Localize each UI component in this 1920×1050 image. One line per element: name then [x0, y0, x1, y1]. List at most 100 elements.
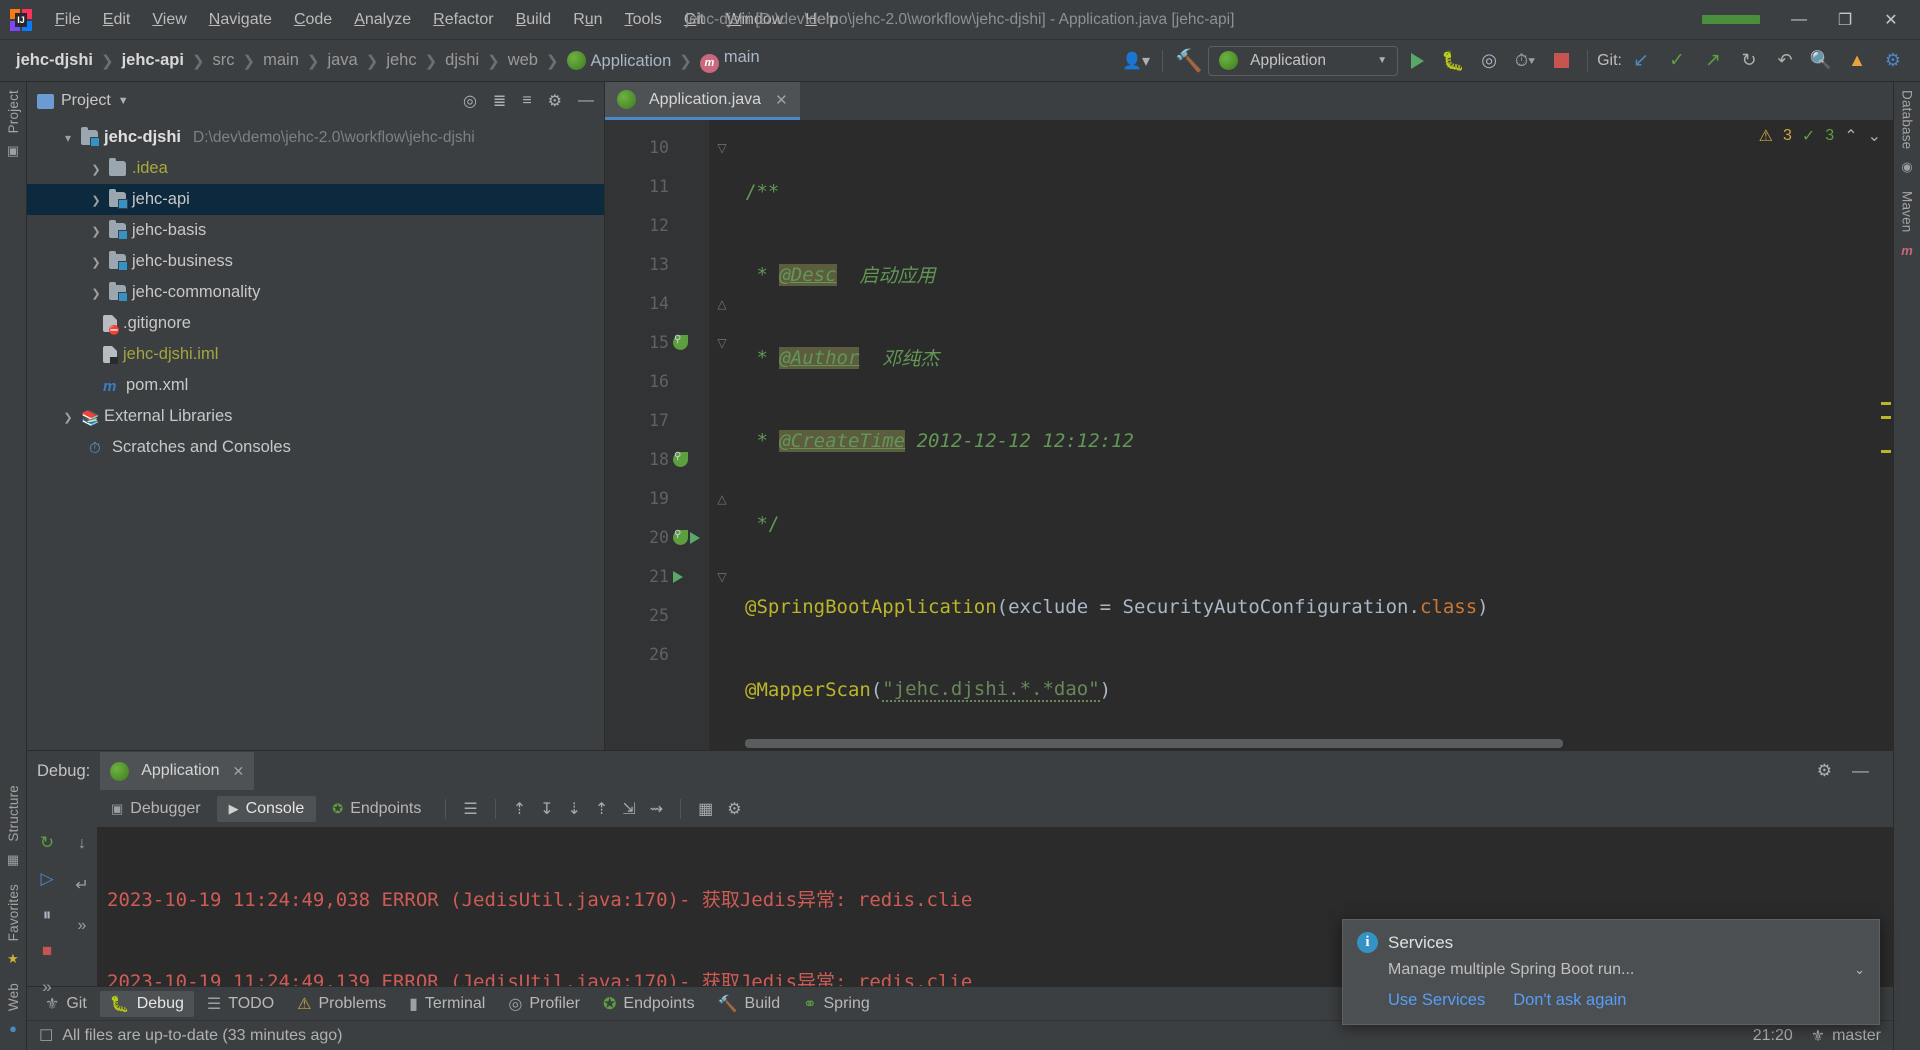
- undo-icon[interactable]: ↶: [1768, 45, 1802, 77]
- tree-item-scratches[interactable]: ⏱ Scratches and Consoles: [27, 432, 604, 463]
- notifications-icon[interactable]: ▲: [1840, 45, 1874, 77]
- editor-body[interactable]: 10 11 12 13 14 15 16 17 18 19 20 21: [605, 120, 1893, 750]
- sidebar-item-database[interactable]: Database: [1897, 82, 1918, 157]
- tree-item-gitignore[interactable]: .gitignore: [27, 308, 604, 339]
- tree-item-jehc-djshi[interactable]: jehc-djshi D:\dev\demo\jehc-2.0\workflow…: [27, 122, 604, 153]
- profiler-button[interactable]: ⏱▾: [1508, 45, 1542, 77]
- bottom-tab-debug[interactable]: 🐛 Debug: [99, 990, 194, 1017]
- tab-endpoints[interactable]: ✪ Endpoints: [320, 796, 433, 822]
- breadcrumb-jehc-djshi[interactable]: jehc-djshi: [12, 49, 97, 72]
- more-icon[interactable]: »: [42, 977, 51, 997]
- editor-scrollbar-horizontal[interactable]: [745, 739, 1563, 748]
- git-branch-widget[interactable]: ⚜ master: [1811, 1026, 1881, 1046]
- maximize-button[interactable]: ❐: [1822, 1, 1868, 39]
- menu-view[interactable]: View: [141, 7, 197, 33]
- menu-build[interactable]: Build: [505, 7, 563, 33]
- tree-item-jehc-basis[interactable]: jehc-basis: [27, 215, 604, 246]
- settings-icon[interactable]: ⚙: [548, 91, 562, 111]
- user-avatar-icon[interactable]: 👤▾: [1119, 45, 1153, 77]
- use-services-link[interactable]: Use Services: [1388, 991, 1485, 1010]
- menu-navigate[interactable]: Navigate: [198, 7, 283, 33]
- menu-refactor[interactable]: Refactor: [422, 7, 504, 33]
- chevron-right-icon[interactable]: [89, 255, 103, 269]
- run-icon[interactable]: [690, 531, 700, 544]
- tree-item-idea[interactable]: .idea: [27, 153, 604, 184]
- breadcrumb-application[interactable]: Application: [563, 49, 676, 73]
- run-configuration-selector[interactable]: Application ▼: [1208, 45, 1399, 76]
- sidebar-item-project[interactable]: Project: [3, 82, 24, 141]
- breadcrumb-main-method[interactable]: m main: [696, 46, 764, 75]
- menu-help[interactable]: Help: [794, 7, 849, 33]
- git-push-icon[interactable]: ↗: [1696, 45, 1730, 77]
- expand-all-icon[interactable]: ≣: [493, 91, 506, 111]
- breadcrumb-jehc[interactable]: jehc: [382, 49, 420, 72]
- editor-fold-column[interactable]: ▽ △ ▽ △ ▽: [709, 120, 735, 750]
- soft-wrap-icon[interactable]: ↵: [75, 875, 88, 895]
- bottom-tab-spring[interactable]: ⚭ Spring: [793, 991, 880, 1017]
- rerun-icon[interactable]: ↻: [40, 833, 54, 853]
- chevron-down-icon[interactable]: [61, 131, 75, 145]
- tree-item-jehc-commonality[interactable]: jehc-commonality: [27, 277, 604, 308]
- list-icon[interactable]: ☰: [458, 799, 482, 819]
- layout-icon[interactable]: ▦: [693, 799, 718, 819]
- settings-icon[interactable]: ⚙: [722, 799, 746, 819]
- settings-icon[interactable]: ⚙: [1817, 761, 1832, 781]
- run-method-icon[interactable]: [673, 570, 683, 583]
- debug-button[interactable]: 🐛: [1436, 45, 1470, 77]
- tab-console[interactable]: ▶ Console: [216, 796, 317, 822]
- bottom-tab-problems[interactable]: ⚠ Problems: [287, 991, 396, 1017]
- chevron-right-icon[interactable]: [89, 286, 103, 300]
- chevron-right-icon[interactable]: [89, 162, 103, 176]
- git-update-icon[interactable]: ↙: [1624, 45, 1658, 77]
- editor-gutter[interactable]: 10 11 12 13 14 15 16 17 18 19 20 21: [605, 120, 709, 750]
- bottom-tab-endpoints[interactable]: ✪ Endpoints: [593, 991, 705, 1017]
- step-out-icon[interactable]: ⇡: [508, 799, 531, 819]
- tab-debugger[interactable]: ▣ Debugger: [99, 796, 213, 822]
- search-everywhere-icon[interactable]: 🔍: [1804, 45, 1838, 77]
- tree-item-jehc-business[interactable]: jehc-business: [27, 246, 604, 277]
- force-step-into-icon[interactable]: ⇡: [590, 799, 613, 819]
- chevron-down-icon[interactable]: ▼: [118, 95, 129, 107]
- stop-icon[interactable]: ■: [42, 941, 52, 961]
- close-button[interactable]: ✕: [1868, 1, 1914, 39]
- tree-item-external-libraries[interactable]: 📚 External Libraries: [27, 401, 604, 432]
- resume-icon[interactable]: ▷: [40, 869, 53, 889]
- git-commit-icon[interactable]: ✓: [1660, 45, 1694, 77]
- menu-edit[interactable]: Edit: [92, 7, 142, 33]
- breadcrumb-src[interactable]: src: [209, 49, 239, 72]
- fold-marker[interactable]: ▽: [709, 128, 735, 167]
- menu-file[interactable]: File: [44, 7, 92, 33]
- breadcrumb-web[interactable]: web: [504, 49, 542, 72]
- breadcrumb-java[interactable]: java: [323, 49, 361, 72]
- menu-code[interactable]: Code: [283, 7, 343, 33]
- build-hammer-icon[interactable]: 🔨: [1172, 45, 1206, 77]
- history-icon[interactable]: ↻: [1732, 45, 1766, 77]
- chevron-up-icon[interactable]: ⌃: [1844, 126, 1857, 146]
- breadcrumb-jehc-api[interactable]: jehc-api: [118, 49, 188, 72]
- step-over-icon[interactable]: ↧: [535, 799, 558, 819]
- run-with-coverage-button[interactable]: ◎: [1472, 45, 1506, 77]
- breadcrumb[interactable]: jehc-djshi ❯ jehc-api ❯ src ❯ main ❯ java ❯ j…: [12, 46, 764, 75]
- editor-scrollbar-vertical[interactable]: [1879, 120, 1893, 750]
- more-icon[interactable]: »: [78, 917, 87, 935]
- menu-git[interactable]: Git: [673, 7, 715, 33]
- debug-tabs[interactable]: ▣ Debugger ▶ Console ✪ Endpoints ☰ ⇡ ↧ ⇣ ⇡ …: [27, 791, 1893, 827]
- collapse-all-icon[interactable]: ≡: [522, 92, 531, 110]
- run-to-cursor-icon[interactable]: ⇲: [617, 799, 640, 819]
- fold-marker[interactable]: ▽: [709, 557, 735, 596]
- sidebar-item-web[interactable]: Web: [3, 975, 24, 1019]
- menu-bar[interactable]: File Edit View Navigate Code Analyze Ref…: [44, 7, 849, 33]
- spring-run-icon[interactable]: [673, 529, 688, 545]
- fold-marker-end[interactable]: △: [709, 479, 735, 518]
- tree-item-iml[interactable]: jehc-djshi.iml: [27, 339, 604, 370]
- editor-code-area[interactable]: /** * @Desc 启动应用 * @Author 邓纯杰 * @Create…: [735, 120, 1893, 750]
- scroll-to-end-icon[interactable]: ↓: [78, 835, 86, 853]
- menu-window[interactable]: Window: [715, 7, 794, 33]
- close-icon[interactable]: ✕: [233, 763, 245, 780]
- chevron-right-icon[interactable]: [89, 224, 103, 238]
- spring-bean-icon[interactable]: [673, 334, 688, 350]
- close-icon[interactable]: ✕: [775, 91, 788, 109]
- debug-session-tab[interactable]: Application ✕: [100, 752, 255, 790]
- bottom-tab-build[interactable]: 🔨 Build: [708, 991, 791, 1017]
- dont-ask-again-link[interactable]: Don't ask again: [1513, 991, 1626, 1010]
